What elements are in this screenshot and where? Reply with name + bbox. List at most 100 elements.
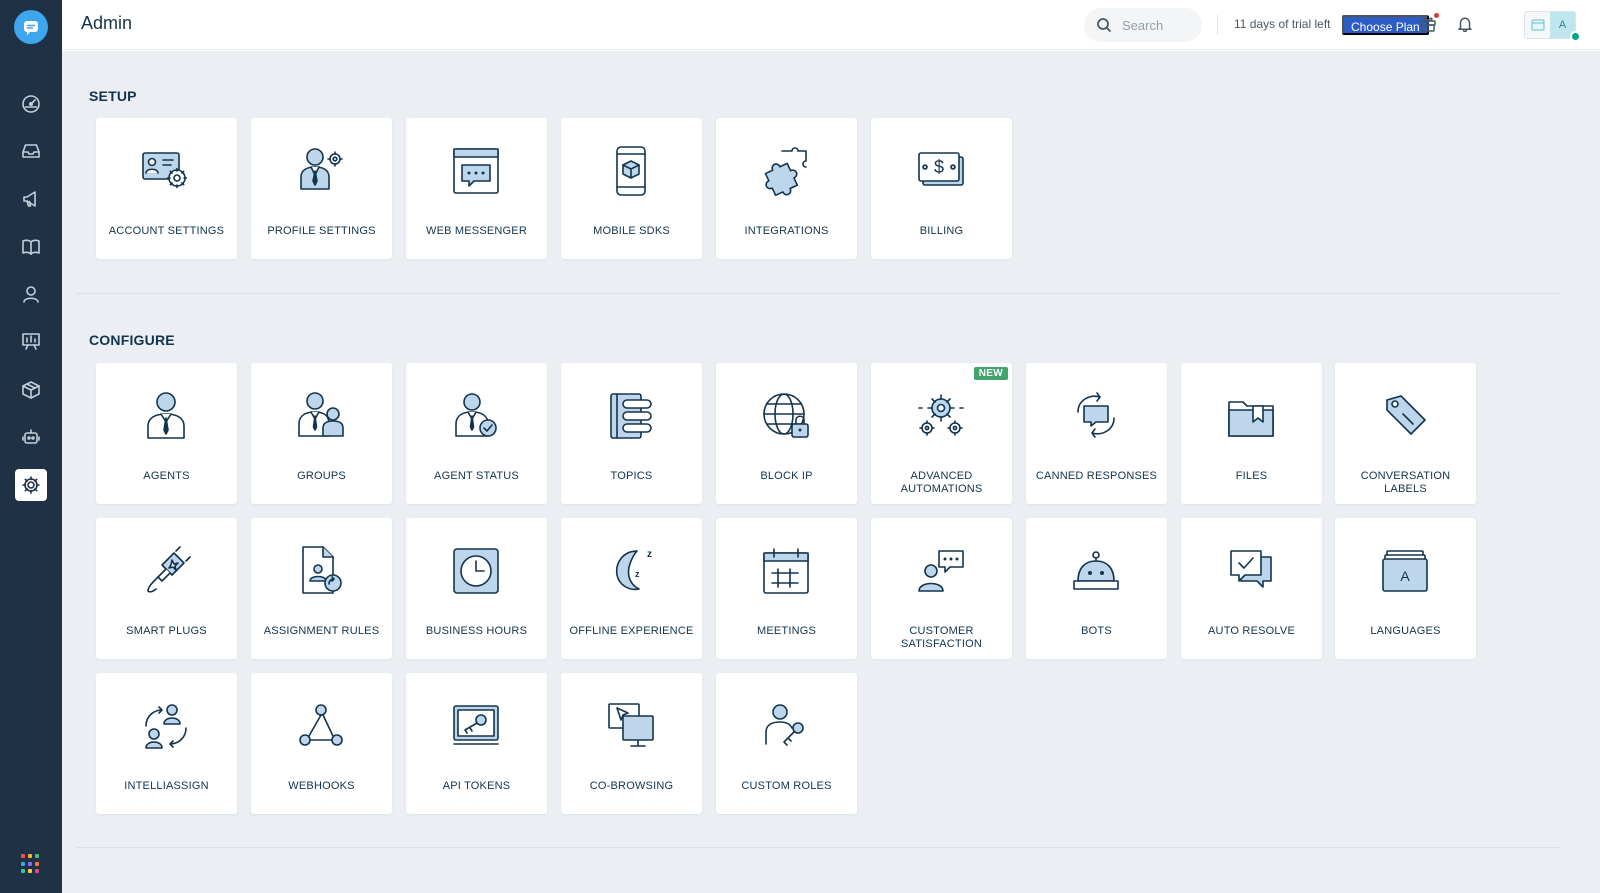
whats-new-button[interactable] bbox=[1417, 13, 1439, 35]
section-title-configure: CONFIGURE bbox=[89, 332, 175, 348]
conversation-labels-icon bbox=[1377, 388, 1433, 444]
offline-experience-icon: zz bbox=[603, 543, 659, 599]
sidebar-item-dashboard[interactable] bbox=[15, 88, 47, 120]
agents-icon bbox=[138, 388, 194, 444]
web-messenger-icon bbox=[448, 143, 504, 199]
admin-card-custom-roles[interactable]: CUSTOM ROLES bbox=[716, 673, 857, 814]
admin-card-conversation-labels[interactable]: CONVERSATION LABELS bbox=[1335, 363, 1476, 504]
sidebar-item-marketplace[interactable] bbox=[15, 374, 47, 406]
card-label: API TOKENS bbox=[442, 780, 511, 792]
admin-card-billing[interactable]: $ BILLING bbox=[871, 118, 1012, 259]
admin-card-groups[interactable]: GROUPS bbox=[251, 363, 392, 504]
knowledge-base-icon bbox=[22, 239, 40, 255]
topbar-divider bbox=[1217, 15, 1218, 35]
card-label: BLOCK IP bbox=[760, 470, 813, 482]
workspace-switcher[interactable]: A bbox=[1524, 11, 1581, 42]
sidebar-item-inbox[interactable] bbox=[15, 135, 47, 167]
card-label: MEETINGS bbox=[756, 625, 817, 637]
inbox-icon bbox=[22, 144, 40, 158]
admin-main: SETUP ACCOUNT SETTINGS PROFILE SETTINGS WE… bbox=[62, 51, 1600, 893]
search-box[interactable] bbox=[1084, 8, 1202, 42]
admin-card-co-browsing[interactable]: CO-BROWSING bbox=[561, 673, 702, 814]
card-label: PROFILE SETTINGS bbox=[267, 225, 376, 237]
admin-card-account-settings[interactable]: ACCOUNT SETTINGS bbox=[96, 118, 237, 259]
admin-card-assignment-rules[interactable]: ASSIGNMENT RULES bbox=[251, 518, 392, 659]
sidebar-item-bots[interactable] bbox=[15, 421, 47, 453]
sidebar-item-knowledge-base[interactable] bbox=[15, 231, 47, 263]
svg-text:z: z bbox=[635, 569, 640, 579]
admin-card-auto-resolve[interactable]: AUTO RESOLVE bbox=[1181, 518, 1322, 659]
page-title: Admin bbox=[81, 13, 133, 33]
admin-card-mobile-sdks[interactable]: MOBILE SDKS bbox=[561, 118, 702, 259]
card-label: CUSTOM ROLES bbox=[741, 780, 832, 792]
admin-card-api-tokens[interactable]: API TOKENS bbox=[406, 673, 547, 814]
card-label: INTEGRATIONS bbox=[744, 225, 829, 237]
apps-grid-dot bbox=[21, 854, 25, 858]
sidebar-item-contacts[interactable] bbox=[15, 278, 47, 310]
admin-card-offline-experience[interactable]: z z OFFLINE EXPERIENCE bbox=[561, 518, 702, 659]
choose-plan-button[interactable]: Choose Plan bbox=[1342, 15, 1429, 35]
files-icon bbox=[1223, 388, 1279, 444]
card-label: AGENT STATUS bbox=[434, 470, 519, 482]
card-label: ASSIGNMENT RULES bbox=[263, 625, 380, 637]
apps-grid-dot bbox=[21, 861, 25, 866]
card-label: ACCOUNT SETTINGS bbox=[108, 225, 225, 237]
card-label: FILES bbox=[1235, 470, 1268, 482]
admin-card-business-hours[interactable]: BUSINESS HOURS bbox=[406, 518, 547, 659]
bell-icon bbox=[1458, 17, 1472, 32]
admin-card-web-messenger[interactable]: WEB MESSENGER bbox=[406, 118, 547, 259]
block-ip-icon bbox=[758, 388, 814, 444]
search-icon bbox=[1097, 18, 1112, 33]
section-divider bbox=[76, 847, 1561, 848]
apps-grid-dot bbox=[28, 861, 32, 866]
apps-grid-dot bbox=[21, 869, 25, 874]
admin-card-webhooks[interactable]: WEBHOOKS bbox=[251, 673, 392, 814]
admin-card-block-ip[interactable]: BLOCK IP bbox=[716, 363, 857, 504]
admin-card-agent-status[interactable]: AGENT STATUS bbox=[406, 363, 547, 504]
campaigns-icon bbox=[23, 191, 36, 207]
app-logo[interactable] bbox=[14, 10, 48, 44]
card-label: INTELLIASSIGN bbox=[124, 780, 209, 792]
contacts-icon bbox=[23, 286, 39, 303]
card-label: BUSINESS HOURS bbox=[425, 625, 528, 637]
card-label: TOPICS bbox=[610, 470, 653, 482]
admin-card-canned-responses[interactable]: CANNED RESPONSES bbox=[1026, 363, 1167, 504]
sidebar-item-settings[interactable] bbox=[15, 469, 47, 501]
admin-card-meetings[interactable]: MEETINGS bbox=[716, 518, 857, 659]
section-title-setup: SETUP bbox=[89, 88, 137, 104]
search-input[interactable] bbox=[1122, 17, 1200, 33]
marketplace-icon bbox=[22, 381, 40, 399]
admin-card-advanced-automations[interactable]: ADVANCED AUTOMATIONS NEW bbox=[871, 363, 1012, 504]
sidebar-item-analytics[interactable] bbox=[15, 325, 47, 357]
apps-grid-icon[interactable] bbox=[21, 854, 41, 874]
admin-card-files[interactable]: FILES bbox=[1181, 363, 1322, 504]
admin-card-smart-plugs[interactable]: SMART PLUGS bbox=[96, 518, 237, 659]
product-switcher-icon bbox=[1525, 12, 1550, 38]
online-status-icon bbox=[1570, 31, 1581, 42]
profile-settings-icon bbox=[293, 143, 349, 199]
admin-card-customer-satisfaction[interactable]: CUSTOMER SATISFACTION bbox=[871, 518, 1012, 659]
card-label: AUTO RESOLVE bbox=[1208, 625, 1295, 637]
canned-responses-icon bbox=[1068, 388, 1124, 444]
sidebar-item-campaigns[interactable] bbox=[15, 183, 47, 215]
admin-card-profile-settings[interactable]: PROFILE SETTINGS bbox=[251, 118, 392, 259]
card-label: SMART PLUGS bbox=[126, 625, 207, 637]
card-label: LANGUAGES bbox=[1370, 625, 1441, 637]
billing-icon: $ bbox=[913, 143, 969, 199]
api-tokens-icon bbox=[448, 698, 504, 754]
admin-card-agents[interactable]: AGENTS bbox=[96, 363, 237, 504]
card-label: BOTS bbox=[1081, 625, 1112, 637]
card-label: MOBILE SDKS bbox=[593, 225, 670, 237]
co-browsing-icon bbox=[603, 698, 659, 754]
notifications-button[interactable] bbox=[1454, 13, 1476, 35]
bots-icon bbox=[1068, 543, 1124, 599]
agent-status-icon bbox=[448, 388, 504, 444]
admin-card-languages[interactable]: A LANGUAGES bbox=[1335, 518, 1476, 659]
meetings-icon bbox=[758, 543, 814, 599]
admin-card-bots[interactable]: BOTS bbox=[1026, 518, 1167, 659]
admin-card-topics[interactable]: TOPICS bbox=[561, 363, 702, 504]
card-label: CANNED RESPONSES bbox=[1035, 470, 1158, 482]
admin-card-intelliassign[interactable]: INTELLIASSIGN bbox=[96, 673, 237, 814]
admin-card-integrations[interactable]: INTEGRATIONS bbox=[716, 118, 857, 259]
top-bar: Admin 11 days of trial left Choose Plan … bbox=[62, 0, 1600, 50]
